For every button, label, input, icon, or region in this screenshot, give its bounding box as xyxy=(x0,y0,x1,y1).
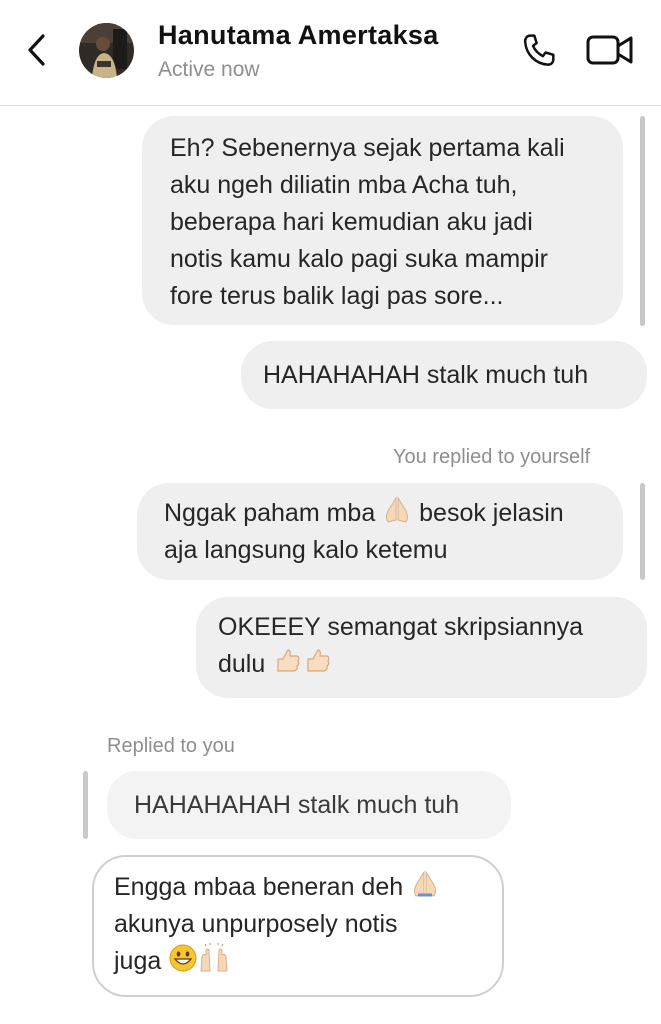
message-bubble-received[interactable]: Engga mbaa beneran deh akunya unpurposel… xyxy=(92,855,504,997)
quoted-message[interactable]: HAHAHAHAH stalk much tuh xyxy=(107,771,511,839)
scroll-indicator xyxy=(640,116,645,326)
message-text: Engga mbaa beneran deh xyxy=(114,873,404,901)
scroll-indicator xyxy=(640,483,645,580)
message-text: juga xyxy=(114,947,162,975)
chat-header: Hanutama Amertaksa Active now xyxy=(0,0,661,106)
message-line: beberapa hari kemudian aku jadi xyxy=(170,208,533,236)
message-bubble-sent[interactable]: Eh? Sebenernya sejak pertama kali aku ng… xyxy=(142,116,623,325)
active-status: Active now xyxy=(158,58,260,81)
quoted-text: HAHAHAHAH stalk much tuh xyxy=(134,791,460,819)
quote-bar xyxy=(83,771,88,839)
chevron-left-icon xyxy=(28,34,45,66)
message-line: akunya unpurposely notis xyxy=(114,910,398,938)
reply-label: You replied to yourself xyxy=(393,446,591,468)
message-line: notis kamu kalo pagi suka mampir xyxy=(170,245,548,273)
back-button[interactable] xyxy=(22,30,52,70)
message-line: aja langsung kalo ketemu xyxy=(164,536,448,564)
message-line: juga xyxy=(114,943,502,980)
message-line: fore terus balik lagi pas sore... xyxy=(170,282,504,310)
contact-name[interactable]: Hanutama Amertaksa xyxy=(158,20,439,51)
message-bubble-sent[interactable]: HAHAHAHAH stalk much tuh xyxy=(241,341,647,409)
message-text: HAHAHAHAH stalk much tuh xyxy=(263,361,589,389)
message-line: Eh? Sebenernya sejak pertama kali xyxy=(170,134,565,162)
message-line: OKEEEY semangat skripsiannya xyxy=(218,613,584,641)
message-text: Nggak paham mba xyxy=(164,499,376,527)
video-camera-icon xyxy=(586,35,633,65)
message-line: dulu xyxy=(218,646,647,683)
folded-hands-emoji xyxy=(386,496,409,523)
message-text: besok jelasin xyxy=(419,499,564,527)
message-line: Nggak paham mba besok jelasin xyxy=(164,495,623,532)
phone-icon xyxy=(523,34,555,66)
reply-label: Replied to you xyxy=(107,735,235,757)
video-call-button[interactable] xyxy=(585,32,635,68)
message-line: aku ngeh diliatin mba Acha tuh, xyxy=(170,171,518,199)
message-bubble-sent[interactable]: Nggak paham mba besok jelasin aja langsu… xyxy=(137,483,623,580)
thumbs-up-emoji xyxy=(277,649,300,672)
folded-hands-emoji xyxy=(414,870,437,897)
raising-hands-emoji xyxy=(200,943,228,972)
avatar[interactable] xyxy=(79,23,134,78)
message-text: dulu xyxy=(218,650,266,678)
thumbs-up-emoji xyxy=(307,649,330,672)
message-bubble-sent[interactable]: OKEEEY semangat skripsiannya dulu xyxy=(196,597,647,698)
voice-call-button[interactable] xyxy=(519,31,559,71)
grinning-face-emoji xyxy=(169,944,197,972)
message-line: Engga mbaa beneran deh xyxy=(114,869,502,906)
